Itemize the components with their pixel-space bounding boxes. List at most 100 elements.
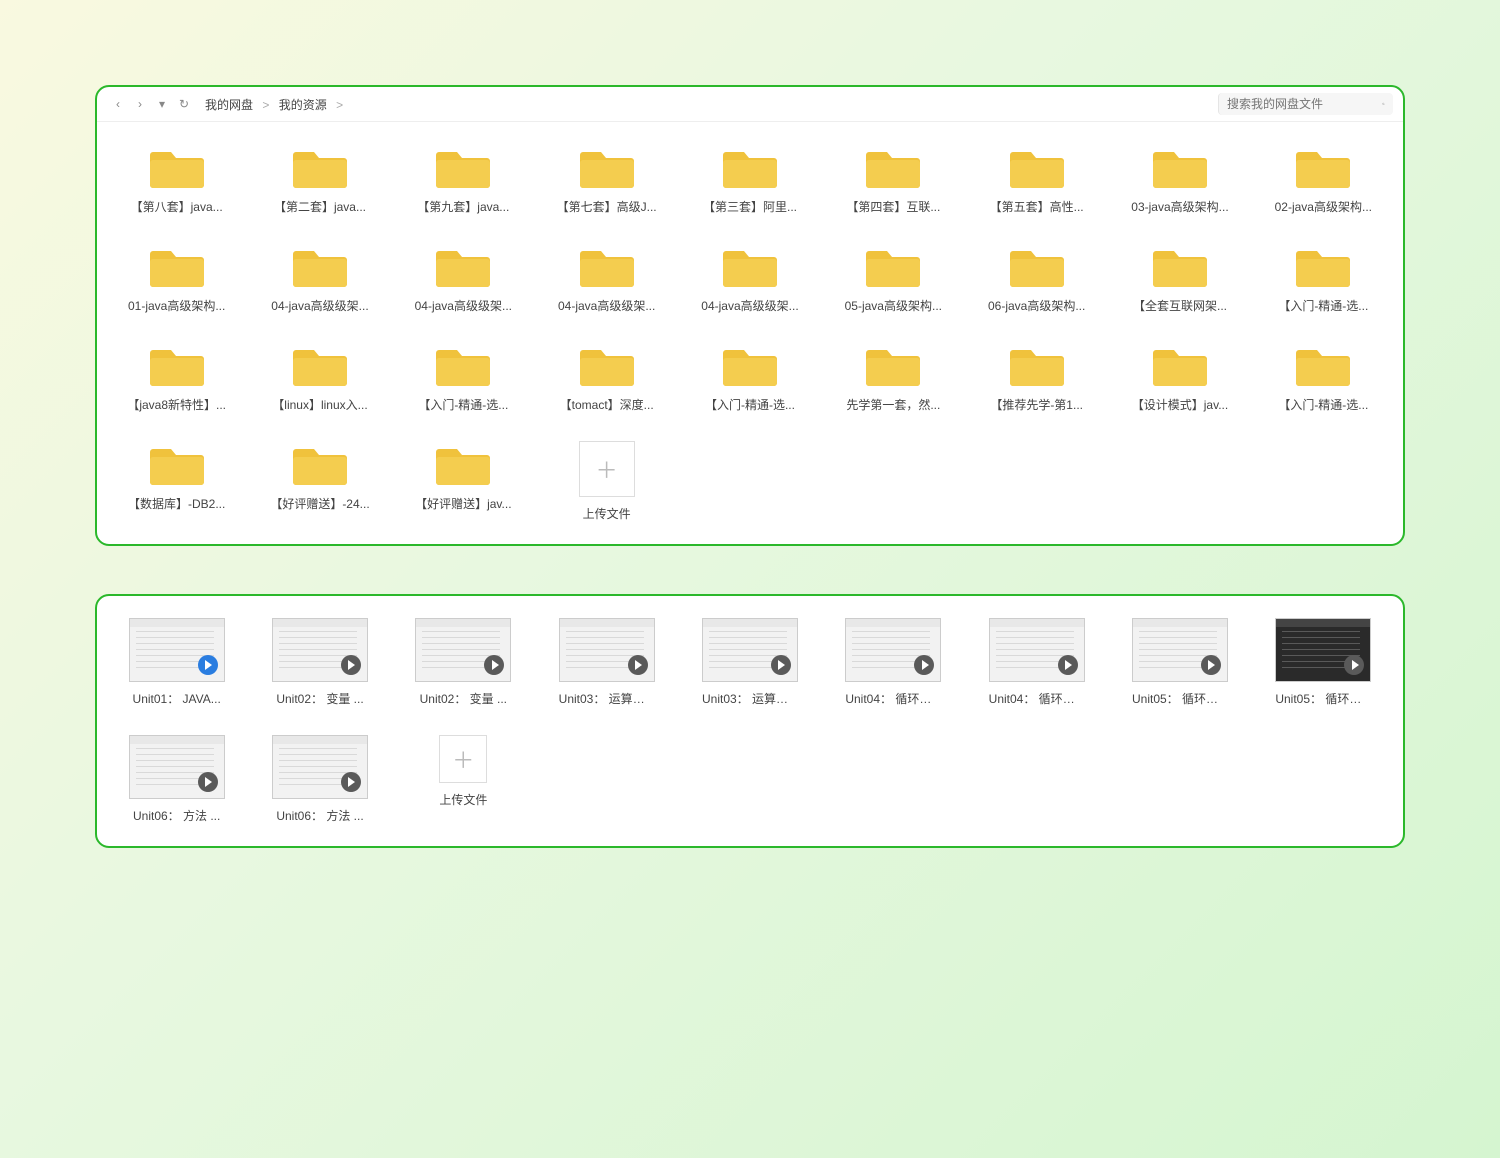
- folder-item[interactable]: 【第四套】互联...: [828, 144, 959, 215]
- folder-panel: ‹ › ▾ ↻ 我的网盘 > 我的资源 > 【第八套】java... 【第二套】…: [95, 85, 1405, 546]
- search-box[interactable]: [1218, 93, 1393, 115]
- folder-item[interactable]: 04-java高级级架...: [541, 243, 672, 314]
- folder-item[interactable]: 【数据库】-DB2...: [111, 441, 242, 522]
- breadcrumb-item[interactable]: 我的网盘: [205, 98, 253, 112]
- folder-item[interactable]: 【入门-精通-选...: [398, 342, 529, 413]
- folder-item[interactable]: 【好评赠送】jav...: [398, 441, 529, 522]
- folder-item[interactable]: 05-java高级架构...: [828, 243, 959, 314]
- folder-label: 【数据库】-DB2...: [128, 495, 225, 512]
- folder-item[interactable]: 04-java高级级架...: [398, 243, 529, 314]
- folder-icon: [1010, 342, 1064, 388]
- folder-icon: [1153, 243, 1207, 289]
- video-item[interactable]: Unit04： 循环结...: [971, 618, 1102, 707]
- folder-item[interactable]: 04-java高级级架...: [684, 243, 815, 314]
- folder-icon: [1010, 243, 1064, 289]
- toolbar: ‹ › ▾ ↻ 我的网盘 > 我的资源 >: [97, 87, 1403, 122]
- folder-label: 【linux】linux入...: [272, 396, 367, 413]
- search-input[interactable]: [1227, 97, 1382, 111]
- folder-item[interactable]: 先学第一套，然...: [828, 342, 959, 413]
- folder-label: 【第八套】java...: [131, 198, 223, 215]
- folder-icon: [866, 342, 920, 388]
- video-label: Unit04： 循环结...: [845, 690, 941, 707]
- video-thumbnail: [989, 618, 1085, 682]
- upload-label: 上传文件: [439, 791, 487, 808]
- dropdown-icon[interactable]: ▾: [151, 97, 173, 111]
- upload-tile[interactable]: ＋ 上传文件: [398, 735, 529, 824]
- folder-icon: [436, 243, 490, 289]
- folder-item[interactable]: 【第二套】java...: [254, 144, 385, 215]
- folder-icon: [866, 144, 920, 190]
- folder-icon: [1153, 342, 1207, 388]
- video-item[interactable]: Unit02： 变量 ...: [254, 618, 385, 707]
- folder-label: 【第四套】互联...: [846, 198, 940, 215]
- folder-item[interactable]: 06-java高级架构...: [971, 243, 1102, 314]
- folder-label: 【第五套】高性...: [990, 198, 1084, 215]
- folder-icon: [723, 243, 777, 289]
- play-icon: [484, 655, 504, 675]
- video-panel: Unit01： JAVA... Unit02： 变量 ... Unit02： 变…: [95, 594, 1405, 848]
- folder-item[interactable]: 04-java高级级架...: [254, 243, 385, 314]
- folder-item[interactable]: 【第三套】阿里...: [684, 144, 815, 215]
- video-label: Unit06： 方法 ...: [133, 807, 220, 824]
- play-icon: [1201, 655, 1221, 675]
- breadcrumb-item[interactable]: 我的资源: [279, 98, 327, 112]
- folder-item[interactable]: 【tomact】深度...: [541, 342, 672, 413]
- folder-icon: [580, 342, 634, 388]
- folder-icon: [436, 342, 490, 388]
- video-item[interactable]: Unit05： 循环问...: [1114, 618, 1245, 707]
- folder-item[interactable]: 【入门-精通-选...: [1258, 243, 1389, 314]
- folder-label: 【java8新特性】...: [127, 396, 226, 413]
- folder-item[interactable]: 【java8新特性】...: [111, 342, 242, 413]
- video-item[interactable]: Unit05： 循环问...: [1258, 618, 1389, 707]
- folder-item[interactable]: 【入门-精通-选...: [684, 342, 815, 413]
- nav-forward-icon[interactable]: ›: [129, 97, 151, 111]
- folder-icon: [150, 342, 204, 388]
- folder-item[interactable]: 01-java高级架构...: [111, 243, 242, 314]
- folder-icon: [293, 441, 347, 487]
- folder-icon: [293, 243, 347, 289]
- folder-item[interactable]: 【入门-精通-选...: [1258, 342, 1389, 413]
- video-item[interactable]: Unit03： 运算符...: [684, 618, 815, 707]
- nav-back-icon[interactable]: ‹: [107, 97, 129, 111]
- video-item[interactable]: Unit06： 方法 ...: [111, 735, 242, 824]
- folder-item[interactable]: 【好评赠送】-24...: [254, 441, 385, 522]
- folder-icon: [723, 342, 777, 388]
- folder-item[interactable]: 【第九套】java...: [398, 144, 529, 215]
- video-thumbnail: [1132, 618, 1228, 682]
- folder-item[interactable]: 【linux】linux入...: [254, 342, 385, 413]
- folder-icon: [293, 144, 347, 190]
- video-label: Unit03： 运算符...: [559, 690, 655, 707]
- video-item[interactable]: Unit03： 运算符...: [541, 618, 672, 707]
- plus-icon: ＋: [579, 441, 635, 497]
- folder-item[interactable]: 02-java高级架构...: [1258, 144, 1389, 215]
- video-item[interactable]: Unit02： 变量 ...: [398, 618, 529, 707]
- folder-label: 【好评赠送】-24...: [270, 495, 369, 512]
- folder-item[interactable]: 【设计模式】jav...: [1114, 342, 1245, 413]
- folder-label: 03-java高级架构...: [1131, 198, 1228, 215]
- folder-item[interactable]: 【第八套】java...: [111, 144, 242, 215]
- video-item[interactable]: Unit01： JAVA...: [111, 618, 242, 707]
- upload-tile[interactable]: ＋ 上传文件: [541, 441, 672, 522]
- video-label: Unit02： 变量 ...: [276, 690, 363, 707]
- folder-item[interactable]: 【第七套】高级J...: [541, 144, 672, 215]
- folder-grid: 【第八套】java... 【第二套】java... 【第九套】java... 【…: [97, 122, 1403, 544]
- folder-icon: [866, 243, 920, 289]
- video-thumbnail: [129, 618, 225, 682]
- folder-item[interactable]: 03-java高级架构...: [1114, 144, 1245, 215]
- folder-item[interactable]: 【全套互联网架...: [1114, 243, 1245, 314]
- refresh-icon[interactable]: ↻: [173, 97, 195, 111]
- folder-item[interactable]: 【第五套】高性...: [971, 144, 1102, 215]
- search-icon: [1382, 97, 1385, 111]
- video-item[interactable]: Unit06： 方法 ...: [254, 735, 385, 824]
- folder-label: 【全套互联网架...: [1133, 297, 1227, 314]
- folder-item[interactable]: 【推荐先学-第1...: [971, 342, 1102, 413]
- folder-icon: [1296, 144, 1350, 190]
- video-item[interactable]: Unit04： 循环结...: [828, 618, 959, 707]
- play-icon: [914, 655, 934, 675]
- video-label: Unit03： 运算符...: [702, 690, 798, 707]
- folder-label: 06-java高级架构...: [988, 297, 1085, 314]
- video-thumbnail: [1275, 618, 1371, 682]
- video-label: Unit05： 循环问...: [1275, 690, 1371, 707]
- folder-label: 【tomact】深度...: [560, 396, 654, 413]
- folder-icon: [293, 342, 347, 388]
